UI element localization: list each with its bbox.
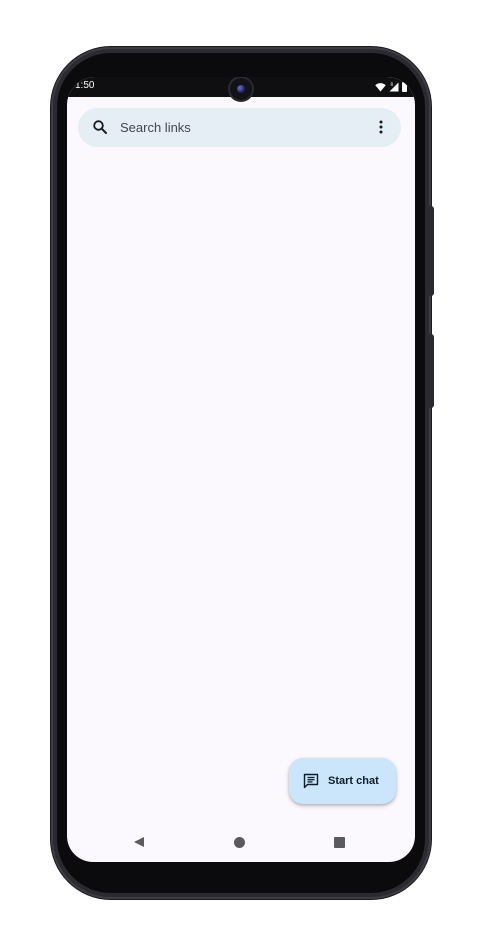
home-icon[interactable] <box>234 837 245 848</box>
svg-text:R: R <box>391 82 394 87</box>
back-icon[interactable] <box>133 836 145 848</box>
search-bar[interactable]: Search links <box>78 108 401 147</box>
wifi-icon <box>375 83 386 92</box>
signal-icon: R <box>389 82 399 92</box>
start-chat-button[interactable]: Start chat <box>289 758 396 804</box>
app-screen: 1:50 R Search links Start chat <box>67 77 415 862</box>
more-vert-icon[interactable] <box>373 119 389 135</box>
device-mockup: 1:50 R Search links Start chat <box>0 0 485 950</box>
search-icon <box>93 120 107 134</box>
front-camera <box>230 78 252 100</box>
power-button <box>429 206 434 296</box>
search-input[interactable]: Search links <box>120 120 191 135</box>
status-bar: 1:50 R <box>67 77 415 100</box>
battery-icon <box>402 82 407 92</box>
chat-icon <box>303 773 319 789</box>
status-icons: R <box>375 81 407 93</box>
recents-icon[interactable] <box>334 837 345 848</box>
volume-button <box>429 334 434 408</box>
start-chat-label: Start chat <box>328 775 379 787</box>
status-time: 1:50 <box>75 80 95 91</box>
